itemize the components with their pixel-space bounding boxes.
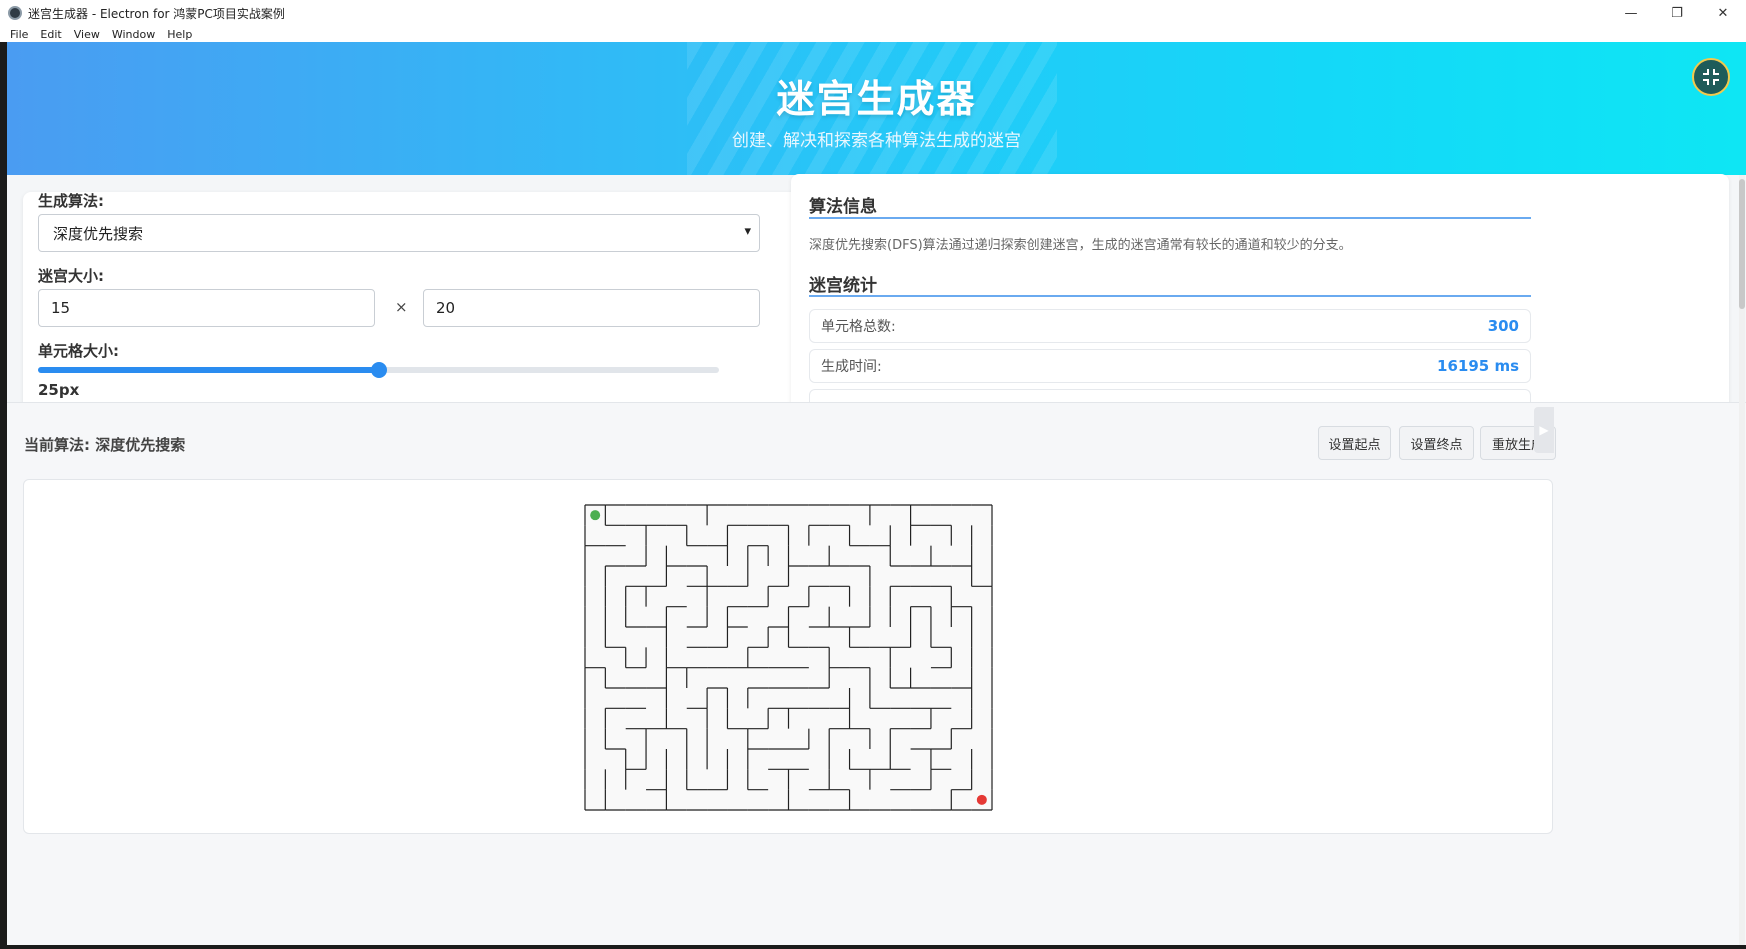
- maze-size-label: 迷宫大小:: [38, 267, 104, 285]
- menu-view[interactable]: View: [74, 28, 100, 41]
- chevron-down-icon: ▾: [744, 224, 751, 239]
- page-title: 迷宫生成器: [776, 77, 977, 121]
- section-divider: [809, 295, 1531, 297]
- cell-size-value: 25px: [38, 381, 80, 399]
- maze-section: 当前算法: 深度优先搜索 设置起点 设置终点 重放生成 ▶: [7, 402, 1746, 945]
- algorithm-info-title: 算法信息: [809, 197, 877, 217]
- window-title: 迷宫生成器 - Electron for 鸿蒙PC项目实战案例: [28, 6, 285, 21]
- restore-button[interactable]: ❐: [1654, 0, 1700, 26]
- compress-icon: [1703, 69, 1719, 85]
- header-banner: 迷宫生成器 创建、解决和探索各种算法生成的迷宫: [7, 42, 1746, 175]
- stat-generation-time: 生成时间: 16195 ms: [809, 349, 1531, 383]
- maze-start-marker[interactable]: [590, 510, 601, 521]
- maze-stats-title: 迷宫统计: [809, 276, 877, 296]
- menu-bar: File Edit View Window Help: [0, 26, 1746, 42]
- exit-fullscreen-button[interactable]: [1692, 58, 1730, 96]
- stat-label: 单元格总数:: [821, 319, 896, 335]
- chevron-right-icon: ▶: [1539, 423, 1549, 437]
- rows-input[interactable]: 15: [38, 289, 375, 327]
- menu-window[interactable]: Window: [112, 28, 155, 41]
- maze-canvas-card: [23, 479, 1553, 834]
- set-end-button[interactable]: 设置终点: [1399, 426, 1474, 460]
- close-button[interactable]: ✕: [1700, 0, 1746, 26]
- cell-size-label: 单元格大小:: [38, 342, 119, 360]
- panel-toggle-tab[interactable]: ▶: [1534, 407, 1554, 453]
- cols-input[interactable]: 20: [423, 289, 760, 327]
- stat-value: 16195 ms: [1437, 357, 1519, 375]
- stat-total-cells: 单元格总数: 300: [809, 309, 1531, 343]
- menu-help[interactable]: Help: [167, 28, 192, 41]
- slider-fill: [38, 367, 379, 373]
- menu-file[interactable]: File: [10, 28, 28, 41]
- current-algorithm: 当前算法: 深度优先搜索: [24, 436, 186, 454]
- app-content: 迷宫生成器 创建、解决和探索各种算法生成的迷宫 生成算法: 深度优先搜索 ▾ 迷…: [7, 42, 1746, 945]
- set-start-button[interactable]: 设置起点: [1318, 426, 1391, 460]
- algorithm-select[interactable]: 深度优先搜索 ▾: [38, 214, 760, 252]
- maze-end-marker[interactable]: [976, 794, 987, 805]
- menu-edit[interactable]: Edit: [40, 28, 61, 41]
- algorithm-description: 深度优先搜索(DFS)算法通过递归探索创建迷宫，生成的迷宫通常有较长的通道和较少…: [809, 238, 1352, 253]
- page-scrollbar[interactable]: [1739, 175, 1745, 945]
- app-window: 迷宫生成器 - Electron for 鸿蒙PC项目实战案例 — ❐ ✕ Fi…: [0, 0, 1746, 949]
- section-divider: [809, 217, 1531, 219]
- algorithm-select-value: 深度优先搜索: [53, 224, 144, 243]
- title-bar: 迷宫生成器 - Electron for 鸿蒙PC项目实战案例 — ❐ ✕: [0, 0, 1746, 26]
- cell-size-slider[interactable]: [38, 362, 719, 378]
- slider-thumb[interactable]: [370, 362, 387, 378]
- size-separator: ×: [395, 298, 408, 316]
- app-icon: [8, 6, 22, 20]
- scrollbar-thumb[interactable]: [1739, 179, 1745, 309]
- page-subtitle: 创建、解决和探索各种算法生成的迷宫: [732, 131, 1021, 151]
- stat-value: 300: [1487, 317, 1519, 335]
- window-controls: — ❐ ✕: [1608, 0, 1746, 26]
- minimize-button[interactable]: —: [1608, 0, 1654, 26]
- maze-canvas[interactable]: [584, 504, 993, 811]
- stat-label: 生成时间:: [821, 359, 882, 375]
- algorithm-label: 生成算法:: [38, 192, 104, 210]
